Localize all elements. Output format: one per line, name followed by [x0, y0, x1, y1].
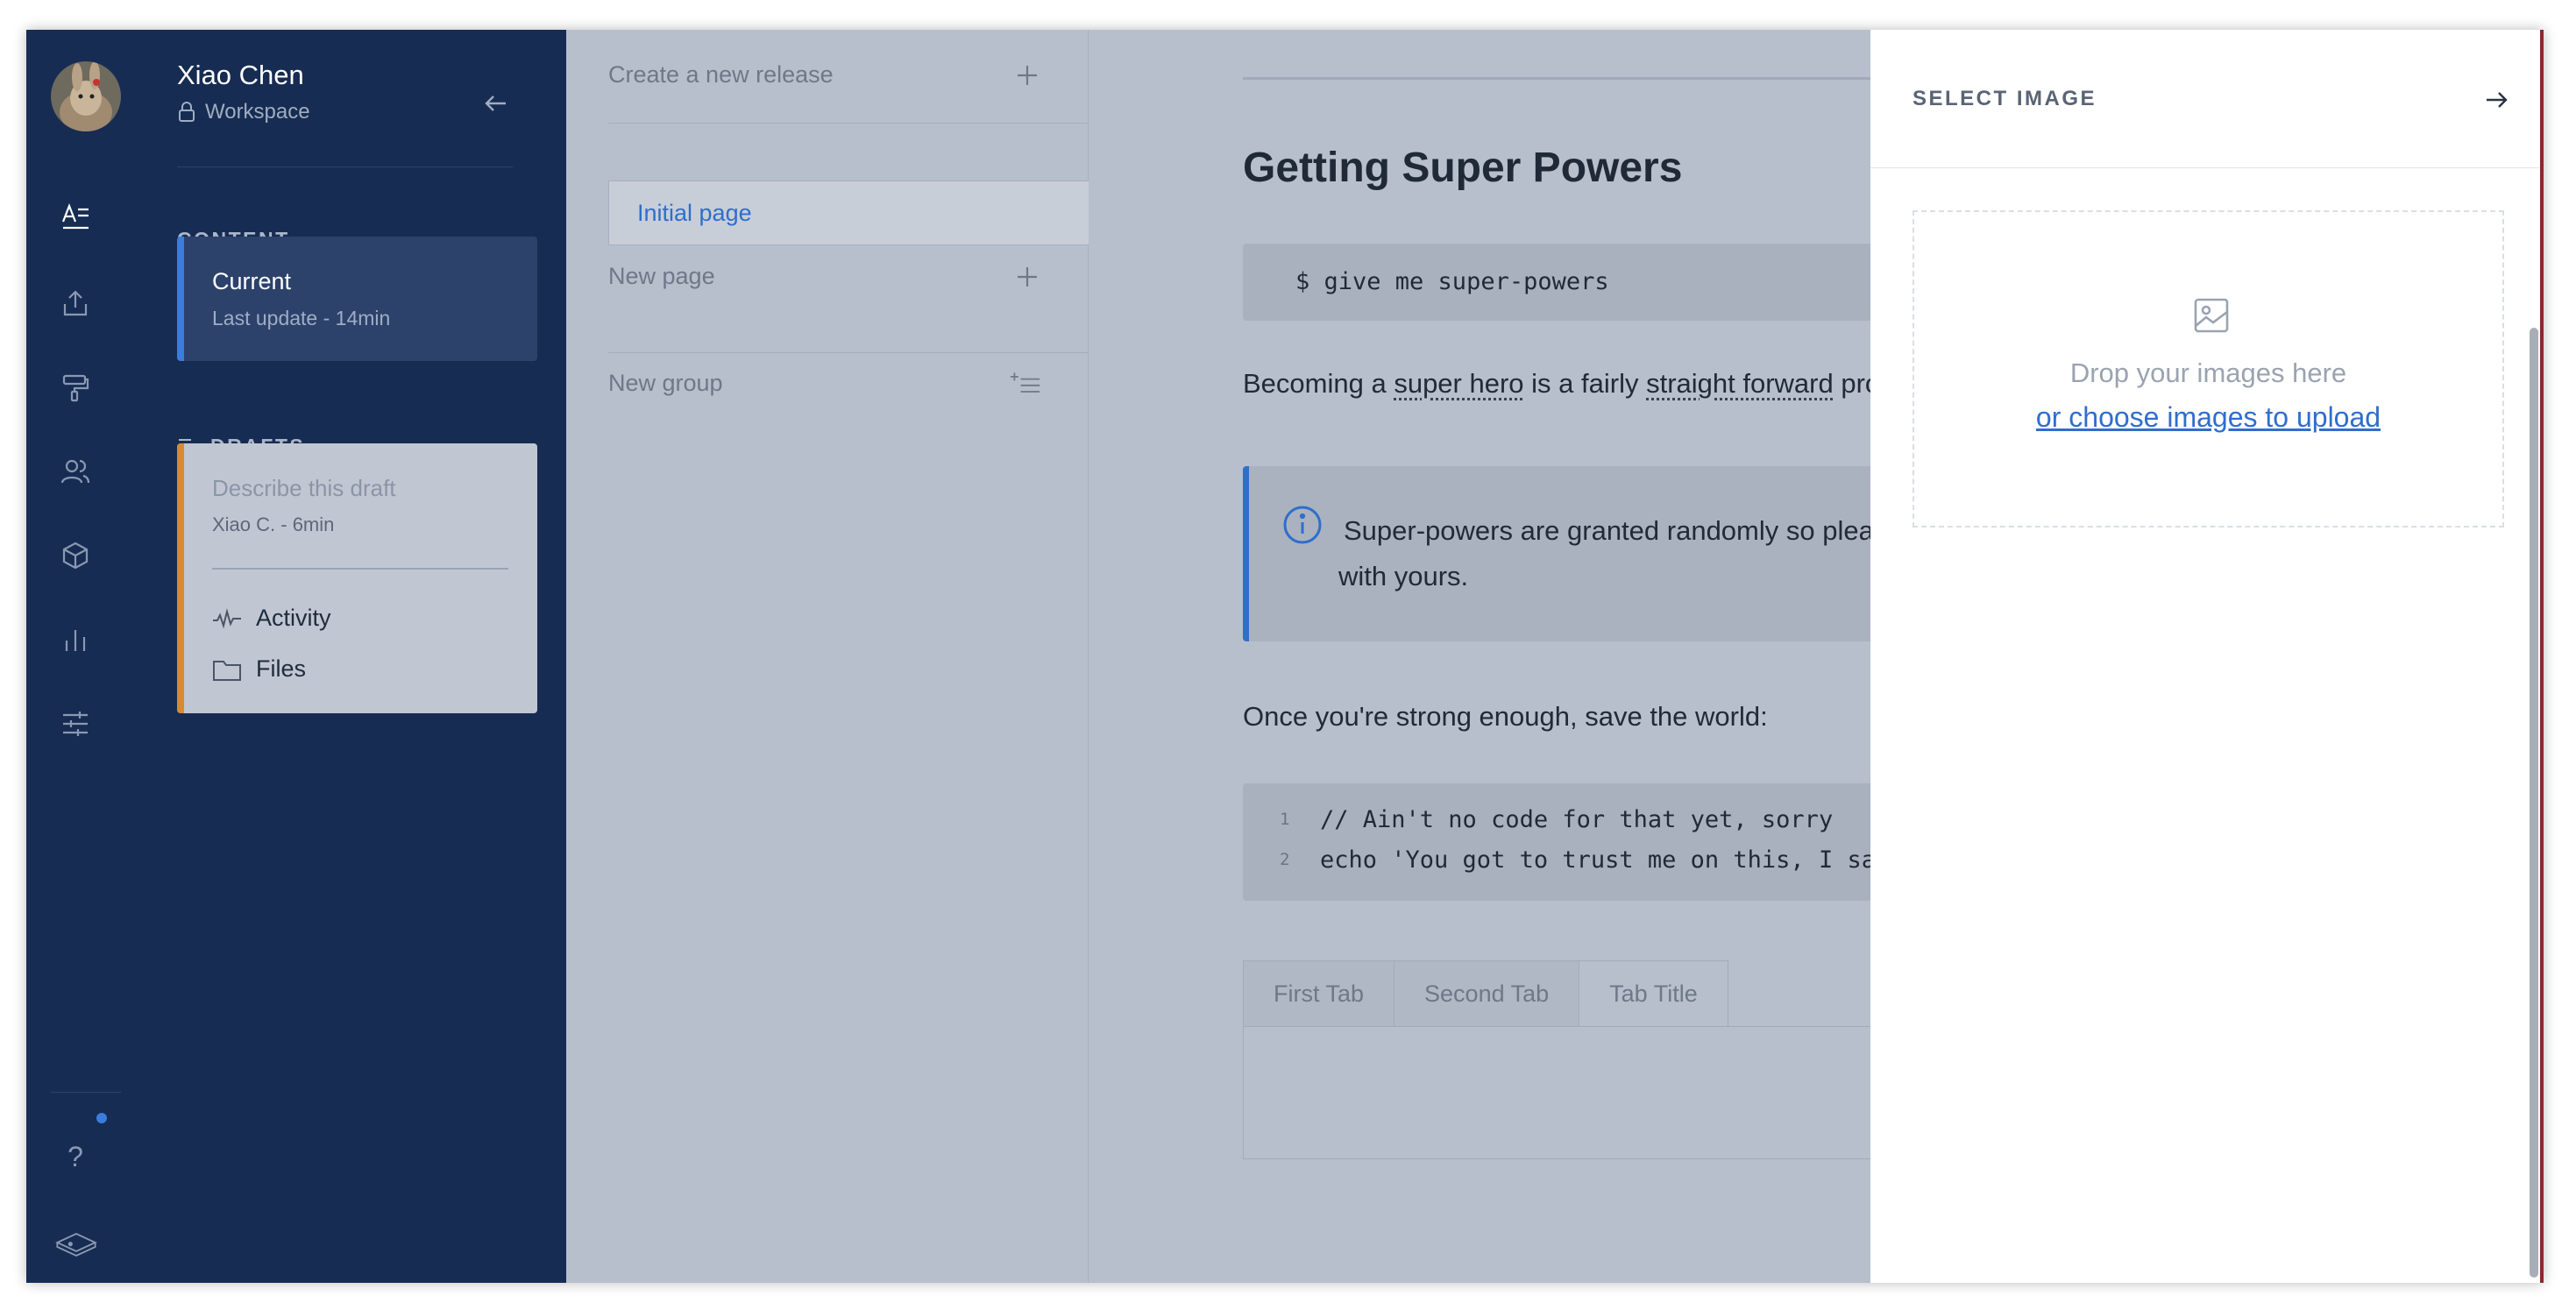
pages-divider — [608, 123, 1089, 124]
panel-scrollbar[interactable] — [2530, 328, 2538, 1278]
new-page-button[interactable]: New page — [608, 263, 1047, 290]
image-icon — [2194, 298, 2229, 333]
code-line: echo 'You got to trust me on this, I sav… — [1320, 846, 1905, 874]
tab-second[interactable]: Second Tab — [1394, 960, 1580, 1027]
select-image-panel: SELECT IMAGE Drop your images here or ch… — [1870, 30, 2544, 1283]
tab-panel[interactable] — [1243, 1026, 1909, 1159]
new-group-button[interactable]: New group — [608, 370, 1047, 397]
cube-icon[interactable] — [58, 538, 93, 573]
current-subtitle: Last update - 14min — [212, 307, 391, 329]
draft-card[interactable]: Describe this draft Xiao C. - 6min Activ… — [177, 443, 537, 713]
panel-title: SELECT IMAGE — [1912, 87, 2097, 110]
current-version-card[interactable]: Current Last update - 14min — [177, 237, 537, 361]
content-sidebar: Xiao Chen Workspace CONTENT Current Last… — [124, 30, 566, 1283]
content-icon[interactable] — [58, 200, 93, 235]
tab-bar: First Tab Second Tab Tab Title — [1243, 960, 1728, 1027]
activity-icon — [213, 607, 241, 629]
draft-item-files[interactable]: Files — [212, 655, 306, 683]
close-panel-button[interactable] — [2475, 79, 2517, 121]
user-name: Xiao Chen — [177, 60, 304, 90]
image-dropzone[interactable]: Drop your images here or choose images t… — [1912, 210, 2504, 528]
sliders-icon[interactable] — [58, 706, 93, 741]
current-title: Current — [212, 268, 292, 294]
callout-text: Super-powers are granted randomly so ple… — [1338, 515, 1888, 591]
draft-item-activity[interactable]: Activity — [212, 605, 331, 632]
paint-roller-icon[interactable] — [58, 370, 93, 405]
arrow-right-icon — [2487, 92, 2508, 108]
avatar[interactable] — [51, 61, 121, 131]
pages-panel: Create a new release Initial page New pa… — [566, 30, 1089, 1283]
page-item-initial[interactable]: Initial page — [608, 181, 1089, 245]
plus-icon[interactable] — [1011, 261, 1043, 293]
line-number: 1 — [1280, 810, 1290, 829]
window-edge — [2540, 30, 2544, 1283]
panel-header: SELECT IMAGE — [1870, 30, 2544, 168]
sidebar-divider — [177, 166, 513, 167]
document-title[interactable]: Getting Super Powers — [1243, 144, 1682, 192]
draft-description[interactable]: Describe this draft — [212, 475, 396, 502]
info-callout[interactable]: Super-powers are granted randomly so ple… — [1243, 466, 1909, 641]
draft-meta: Xiao C. - 6min — [212, 513, 335, 535]
workspace-label: Workspace — [177, 100, 310, 124]
add-group-icon[interactable] — [1010, 368, 1041, 400]
rail-divider — [51, 1092, 121, 1093]
create-release-button[interactable]: Create a new release — [608, 61, 1047, 89]
pages-divider — [608, 352, 1089, 353]
document-top-rule — [1243, 77, 1909, 80]
users-icon[interactable] — [58, 454, 93, 489]
draft-item-label: Activity — [256, 605, 331, 631]
line-number: 2 — [1280, 850, 1290, 869]
paragraph-2[interactable]: Once you're strong enough, save the worl… — [1243, 701, 1768, 733]
draft-item-label: Files — [256, 655, 307, 682]
workspace-name: Workspace — [205, 100, 310, 124]
tab-first[interactable]: First Tab — [1243, 960, 1395, 1027]
code-block[interactable]: 1 // Ain't no code for that yet, sorry 2… — [1243, 783, 1909, 901]
notification-dot — [96, 1113, 107, 1123]
paragraph-1[interactable]: Becoming a super hero is a fairly straig… — [1243, 368, 1880, 400]
choose-images-link[interactable]: or choose images to upload — [1914, 401, 2502, 434]
plus-icon[interactable] — [1011, 60, 1043, 91]
draft-divider — [212, 568, 508, 570]
app-window: ? Xiao Chen Workspace CONTENT Current — [26, 30, 2544, 1283]
command-block[interactable]: $ give me super-powers — [1243, 244, 1909, 321]
code-line: // Ain't no code for that yet, sorry — [1320, 806, 1834, 833]
icon-rail: ? — [26, 30, 124, 1283]
bar-chart-icon[interactable] — [58, 622, 93, 657]
publish-icon[interactable] — [58, 286, 93, 321]
arrow-left-icon — [485, 96, 506, 111]
help-icon[interactable]: ? — [58, 1139, 93, 1174]
folder-icon — [213, 660, 241, 681]
collapse-sidebar-button[interactable] — [475, 82, 517, 124]
drop-text: Drop your images here — [2069, 358, 2347, 388]
info-icon — [1283, 506, 1322, 544]
logo-icon[interactable] — [54, 1225, 98, 1260]
lock-icon — [179, 102, 195, 122]
tab-title[interactable]: Tab Title — [1579, 960, 1728, 1027]
